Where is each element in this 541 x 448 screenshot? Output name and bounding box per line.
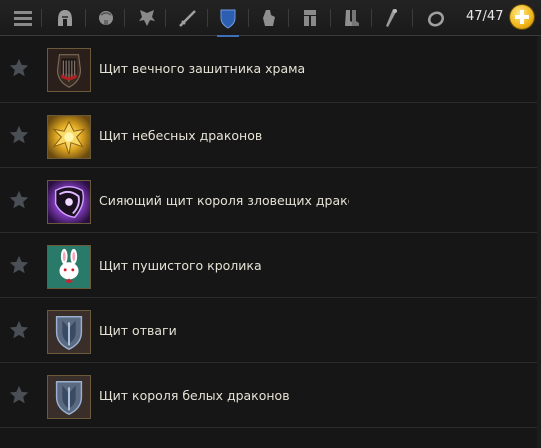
gauntlet-icon[interactable] xyxy=(256,5,282,31)
favorite-star-icon[interactable] xyxy=(8,384,30,406)
valor-shield-icon xyxy=(47,310,91,354)
list-item[interactable]: Щит вечного зашитника храма xyxy=(0,36,541,103)
add-slot-button[interactable] xyxy=(510,5,534,29)
list-item[interactable]: Щит небесных драконов xyxy=(0,103,541,168)
list-item[interactable]: Щит короля белых драконов xyxy=(0,363,541,428)
fluffy-rabbit-shield-icon xyxy=(47,245,91,289)
item-name: Щит небесных драконов xyxy=(99,128,263,143)
celestial-dragon-shield-icon xyxy=(47,115,91,159)
item-name: Щит короля белых драконов xyxy=(99,388,290,403)
favorite-star-icon[interactable] xyxy=(8,189,30,211)
favorite-star-icon[interactable] xyxy=(8,254,30,276)
favorite-star-icon[interactable] xyxy=(8,319,30,341)
item-name: Щит пушистого кролика xyxy=(99,258,262,273)
temple-shield-icon xyxy=(47,48,91,92)
list-item[interactable]: Сияющий щит короля зловещих дракон... xyxy=(0,168,541,233)
swords-icon[interactable] xyxy=(175,5,201,31)
inventory-counter: 47/47 xyxy=(466,9,504,24)
shield-icon[interactable] xyxy=(215,5,241,37)
item-list: Щит вечного зашитника храма Щит небесных… xyxy=(0,36,541,428)
scrollbar[interactable] xyxy=(537,36,541,448)
boots-icon[interactable] xyxy=(338,5,364,31)
favorite-star-icon[interactable] xyxy=(8,124,30,146)
helmet-icon[interactable] xyxy=(52,5,78,31)
white-dragon-king-shield-icon xyxy=(47,375,91,419)
plus-icon xyxy=(515,10,529,24)
list-item[interactable]: Щит пушистого кролика xyxy=(0,233,541,298)
item-name: Сияющий щит короля зловещих дракон... xyxy=(99,193,349,208)
list-item[interactable]: Щит отваги xyxy=(0,298,541,363)
category-toolbar: 47/47 xyxy=(0,0,541,37)
item-name: Щит отваги xyxy=(99,323,177,338)
ring-icon[interactable] xyxy=(423,5,449,31)
wings-icon[interactable] xyxy=(134,5,160,31)
staff-icon[interactable] xyxy=(378,5,404,31)
greaves-icon[interactable] xyxy=(297,5,323,31)
radiant-dragon-king-shield-icon xyxy=(47,180,91,224)
favorite-star-icon[interactable] xyxy=(8,57,30,79)
pauldrons-icon[interactable] xyxy=(93,5,119,31)
item-name: Щит вечного зашитника храма xyxy=(99,61,306,76)
menu-icon[interactable] xyxy=(10,5,36,31)
